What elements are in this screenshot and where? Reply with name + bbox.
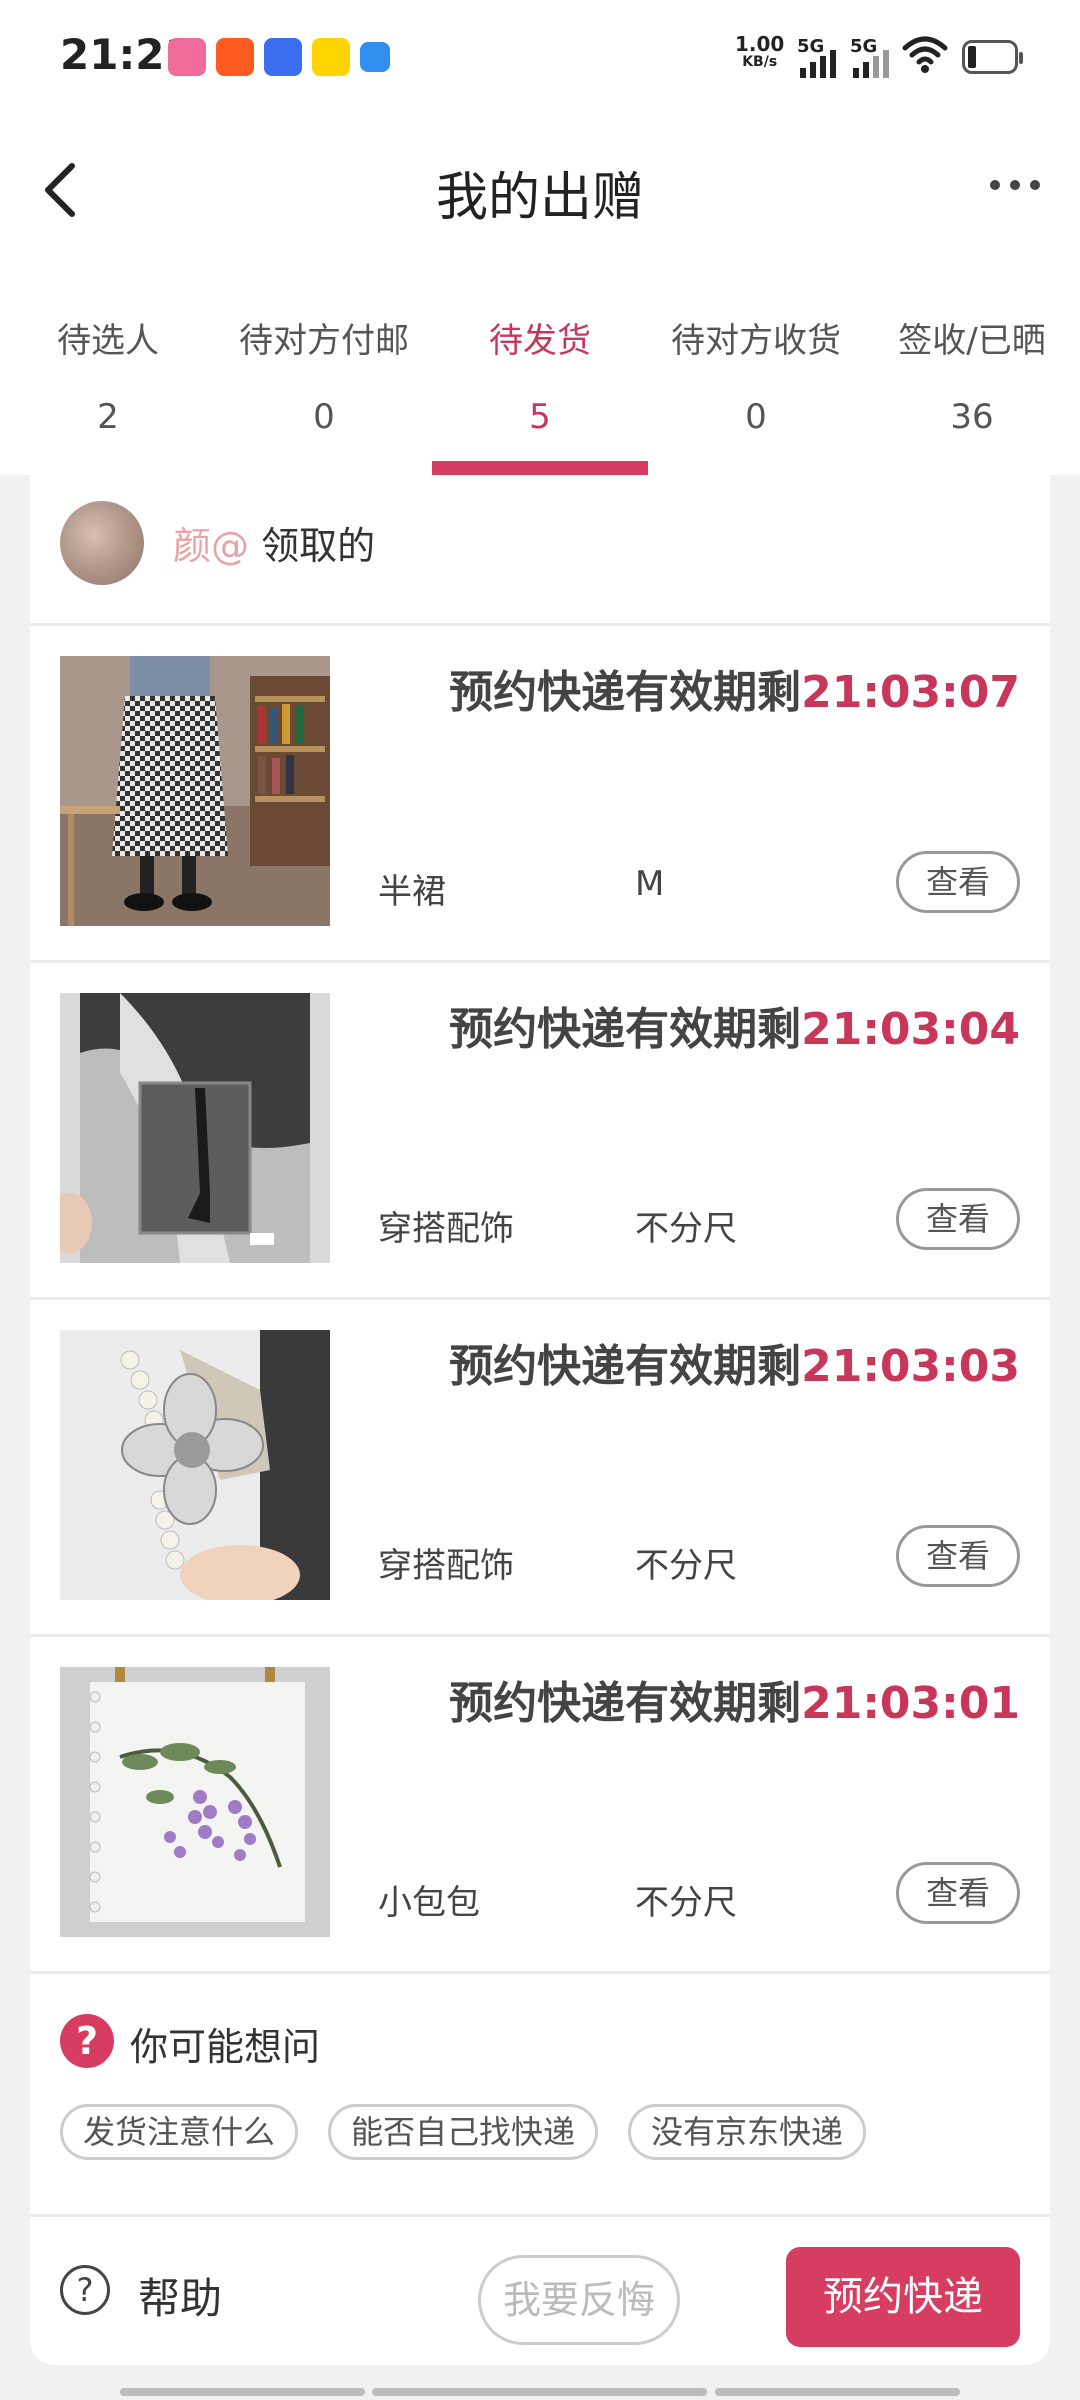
item-size: 不分尺	[635, 1209, 737, 1249]
item-category: 穿搭配饰	[378, 1209, 514, 1249]
recipient-row[interactable]: 颜@ 领取的	[30, 475, 1050, 626]
recipient-suffix: 领取的	[261, 524, 376, 568]
countdown-timer: 21:03:03	[801, 1341, 1020, 1392]
faq-chip-no-jd-courier[interactable]: 没有京东快递	[628, 2104, 867, 2160]
taobao-icon	[216, 38, 254, 76]
view-button[interactable]: 查看	[896, 851, 1020, 913]
page-title: 我的出赠	[435, 168, 644, 228]
bottom-action-bar: ? 帮助 我要反悔 预约快递	[30, 2217, 1050, 2365]
item-size: M	[635, 864, 665, 904]
list-item[interactable]: 预约快递有效期剩21:03:01 小包包 不分尺 查看	[30, 1637, 1050, 1974]
countdown-timer: 21:03:04	[801, 1004, 1020, 1055]
faq-title: 你可能想问	[130, 2025, 321, 2069]
item-size: 不分尺	[635, 1546, 737, 1586]
wifi-icon	[902, 36, 948, 73]
item-category: 穿搭配饰	[378, 1546, 514, 1586]
pearl-flower-hairclip-photo[interactable]	[60, 1330, 330, 1600]
tab-pending-ship[interactable]: 待发货 5	[432, 265, 648, 475]
courier-countdown: 预约快递有效期剩21:03:07	[449, 667, 1020, 718]
more-options-icon[interactable]	[990, 180, 1040, 190]
item-size: 不分尺	[635, 1883, 737, 1923]
list-item[interactable]: 预约快递有效期剩21:03:04 穿搭配饰 不分尺 查看	[30, 963, 1050, 1300]
help-link[interactable]: 帮助	[138, 2265, 222, 2326]
avatar[interactable]	[60, 501, 144, 585]
app-icon-yellow	[312, 38, 350, 76]
tab-pending-postage[interactable]: 待对方付邮 0	[216, 265, 432, 475]
app-icon-blue	[360, 42, 390, 72]
status-bar: 21:21 1.00 KB/s 5G 5G	[0, 0, 1080, 115]
list-item[interactable]: 预约快递有效期剩21:03:07 半裙 M 查看	[30, 626, 1050, 963]
faq-chips: 发货注意什么 能否自己找快递 没有京东快递	[60, 2104, 867, 2160]
countdown-timer: 21:03:07	[801, 667, 1020, 718]
gift-order-card: 颜@ 领取的 预约快递有效期剩21:03:07 半裙 M 查看 预约快递有效期剩…	[30, 475, 1050, 2365]
recipient-name: 颜@	[173, 524, 250, 568]
faq-chip-shipping-notes[interactable]: 发货注意什么	[60, 2104, 299, 2160]
notification-app-icons	[168, 38, 390, 76]
houndstooth-skirt-photo[interactable]	[60, 656, 330, 926]
help-icon[interactable]: ?	[60, 2265, 110, 2315]
courier-countdown: 预约快递有效期剩21:03:01	[449, 1678, 1020, 1729]
courier-countdown: 预约快递有效期剩21:03:04	[449, 1004, 1020, 1055]
signal-bars-icon	[800, 50, 836, 78]
signal-bars-icon-2	[853, 50, 889, 78]
embroidered-grape-bag-photo[interactable]	[60, 1667, 330, 1937]
status-tabs: 待选人 2 待对方付邮 0 待发货 5 待对方收货 0 签收/已晒 36	[0, 265, 1080, 475]
regret-button[interactable]: 我要反悔	[478, 2255, 680, 2345]
question-icon: ?	[60, 2014, 114, 2068]
stockings-package-photo[interactable]	[60, 993, 330, 1263]
book-courier-button[interactable]: 预约快递	[786, 2247, 1020, 2347]
item-category: 半裙	[378, 872, 446, 912]
item-category: 小包包	[378, 1883, 480, 1923]
tab-received-shared[interactable]: 签收/已晒 36	[864, 265, 1080, 475]
list-item[interactable]: 预约快递有效期剩21:03:03 穿搭配饰 不分尺 查看	[30, 1300, 1050, 1637]
view-button[interactable]: 查看	[896, 1188, 1020, 1250]
recipient-text: 颜@ 领取的	[173, 515, 375, 570]
faq-section: ? 你可能想问 发货注意什么 能否自己找快递 没有京东快递	[30, 1974, 1050, 2217]
battery-icon	[962, 40, 1023, 74]
courier-countdown: 预约快递有效期剩21:03:03	[449, 1341, 1020, 1392]
baidu-icon	[264, 38, 302, 76]
faq-chip-own-courier[interactable]: 能否自己找快递	[328, 2104, 599, 2160]
header: 我的出赠	[0, 115, 1080, 265]
home-indicator-right	[715, 2388, 960, 2396]
view-button[interactable]: 查看	[896, 1525, 1020, 1587]
tab-pending-select[interactable]: 待选人 2	[0, 265, 216, 475]
countdown-timer: 21:03:01	[801, 1678, 1020, 1729]
network-speed: 1.00 KB/s	[735, 32, 785, 70]
tab-pending-receive[interactable]: 待对方收货 0	[648, 265, 864, 475]
view-button[interactable]: 查看	[896, 1862, 1020, 1924]
home-indicator-mid	[372, 2388, 707, 2396]
bilibili-icon	[168, 38, 206, 76]
home-indicator	[120, 2388, 365, 2396]
